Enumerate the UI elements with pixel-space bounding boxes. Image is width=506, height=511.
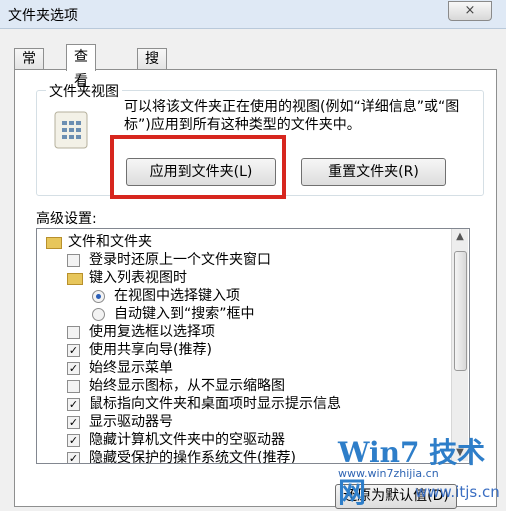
checkbox[interactable]: ✓	[67, 434, 80, 447]
tab-general[interactable]: 常规	[14, 48, 44, 87]
checkbox[interactable]: ✓	[67, 416, 80, 429]
radio-button[interactable]	[92, 290, 105, 303]
scroll-up-icon[interactable]: ▲	[452, 229, 468, 245]
checkbox[interactable]: ✓	[67, 452, 80, 463]
close-button[interactable]: ×	[448, 1, 492, 21]
reset-folders-button[interactable]: 重置文件夹(R)	[301, 158, 446, 186]
checkbox[interactable]: ✓	[67, 398, 80, 411]
checkbox[interactable]	[67, 254, 80, 267]
advanced-settings-label: 高级设置:	[36, 211, 97, 227]
checkbox[interactable]: ✓	[67, 344, 80, 357]
watermark-url-bottom: www.itjs.cn	[415, 483, 500, 501]
checkbox[interactable]: ✓	[67, 362, 80, 375]
scrollbar-thumb[interactable]	[454, 251, 467, 371]
highlight-box	[110, 135, 286, 199]
tab-search[interactable]: 搜索	[137, 48, 167, 87]
watermark-logo: Win7 技术网 www.win7zhijia.cn www.itjs.cn	[332, 425, 504, 511]
folder-view-icon	[54, 111, 88, 149]
folder-icon	[67, 273, 83, 285]
watermark-url-top: www.win7zhijia.cn	[338, 467, 439, 480]
radio-button[interactable]	[92, 308, 105, 321]
window-title: 文件夹选项	[8, 8, 78, 24]
tab-view[interactable]: 查看	[66, 44, 96, 89]
folder-view-description: 可以将该文件夹正在使用的视图(例如“详细信息”或“图标”)应用到所有这种类型的文…	[124, 99, 460, 133]
title-bar: 文件夹选项 ×	[0, 0, 506, 29]
checkbox[interactable]	[67, 326, 80, 339]
checkbox[interactable]	[67, 380, 80, 393]
folder-icon	[46, 237, 62, 249]
